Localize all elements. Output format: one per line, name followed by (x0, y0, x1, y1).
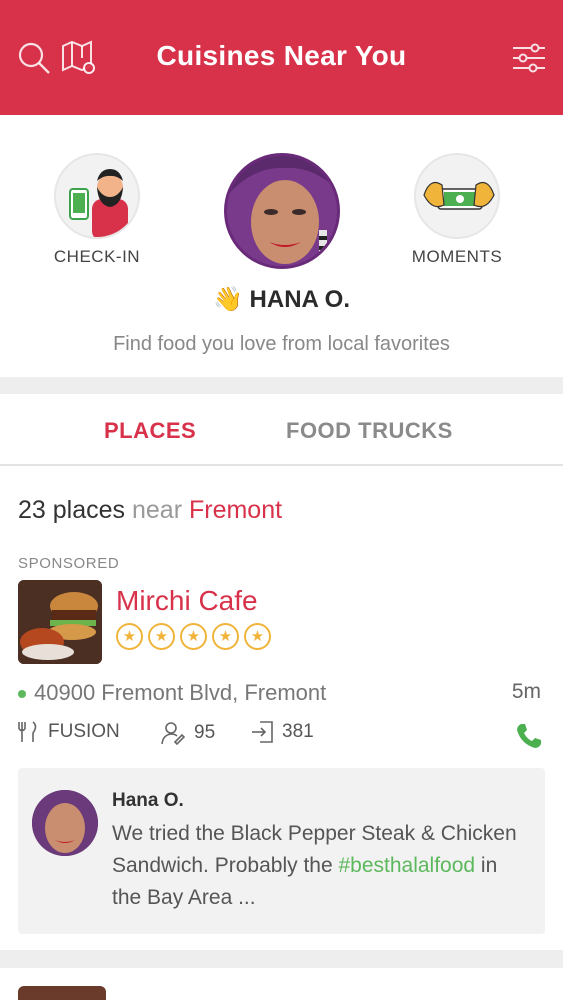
star-icon: ★ (212, 623, 239, 650)
section-divider (0, 950, 563, 968)
review-text: We tried the Black Pepper Steak & Chicke… (112, 818, 532, 914)
reviews-count: 95 (194, 722, 216, 743)
filter-icon[interactable] (509, 38, 549, 78)
star-icon: ★ (116, 623, 143, 650)
review-hashtag[interactable]: #besthalalfood (338, 854, 475, 877)
checkins-stat: 381 (250, 720, 314, 744)
user-avatar[interactable] (224, 153, 340, 269)
next-listing-partial[interactable] (0, 968, 563, 1000)
wave-icon: 👋 (212, 286, 243, 313)
sponsored-label: SPONSORED (18, 555, 120, 572)
restaurant-address: 40900 Fremont Blvd, Fremont (18, 680, 326, 706)
tab-bar: PLACES FOOD TRUCKS (0, 394, 563, 466)
review-author: Hana O. (112, 790, 184, 811)
results-count-number: 23 places (18, 496, 126, 524)
app-header: Cuisines Near You (0, 0, 563, 115)
star-icon: ★ (148, 623, 175, 650)
user-name: HANA O. (249, 286, 350, 313)
restaurant-distance: 5m (511, 680, 541, 703)
review-card[interactable]: Hana O. We tried the Black Pepper Steak … (18, 768, 545, 934)
fork-knife-icon (18, 721, 37, 742)
tagline: Find food you love from local favorites (113, 333, 450, 355)
results-city[interactable]: Fremont (189, 496, 282, 524)
check-in-illustration (54, 153, 140, 239)
star-icon: ★ (180, 623, 207, 650)
star-icon: ★ (244, 623, 271, 650)
restaurant-name[interactable]: Mirchi Cafe (116, 585, 258, 617)
profile-section: CHECK-IN MOMENTS 👋 HANA O. Find food you… (0, 115, 563, 377)
user-greeting: 👋 HANA O. (0, 285, 563, 314)
rating-stars: ★ ★ ★ ★ ★ (116, 623, 271, 650)
restaurant-thumbnail[interactable] (18, 580, 102, 664)
reviews-stat: 95 (160, 720, 215, 746)
results-count: 23 places near Fremont (18, 496, 282, 525)
tab-places[interactable]: PLACES (104, 418, 196, 444)
moments-button[interactable]: MOMENTS (410, 153, 504, 267)
places-list: 23 places near Fremont SPONSORED Mirchi … (0, 466, 563, 950)
results-near: near (131, 496, 183, 524)
review-person-icon (161, 722, 186, 746)
moments-label: MOMENTS (411, 247, 503, 266)
header-title: Cuisines Near You (156, 40, 407, 71)
check-in-label: CHECK-IN (53, 247, 141, 266)
next-restaurant-thumbnail (18, 986, 106, 1000)
phone-icon[interactable] (513, 720, 545, 752)
moments-illustration (414, 153, 500, 239)
reviewer-avatar (32, 790, 98, 856)
cuisine-type: FUSION (18, 720, 120, 744)
cuisine-label: FUSION (48, 721, 120, 742)
checkin-icon (252, 721, 273, 743)
tab-food-trucks[interactable]: FOOD TRUCKS (286, 418, 453, 444)
check-in-button[interactable]: CHECK-IN (50, 153, 144, 267)
checkins-count: 381 (282, 721, 314, 742)
section-divider (0, 377, 563, 394)
open-status-dot (18, 690, 26, 699)
address-text: 40900 Fremont Blvd, Fremont (34, 680, 327, 705)
